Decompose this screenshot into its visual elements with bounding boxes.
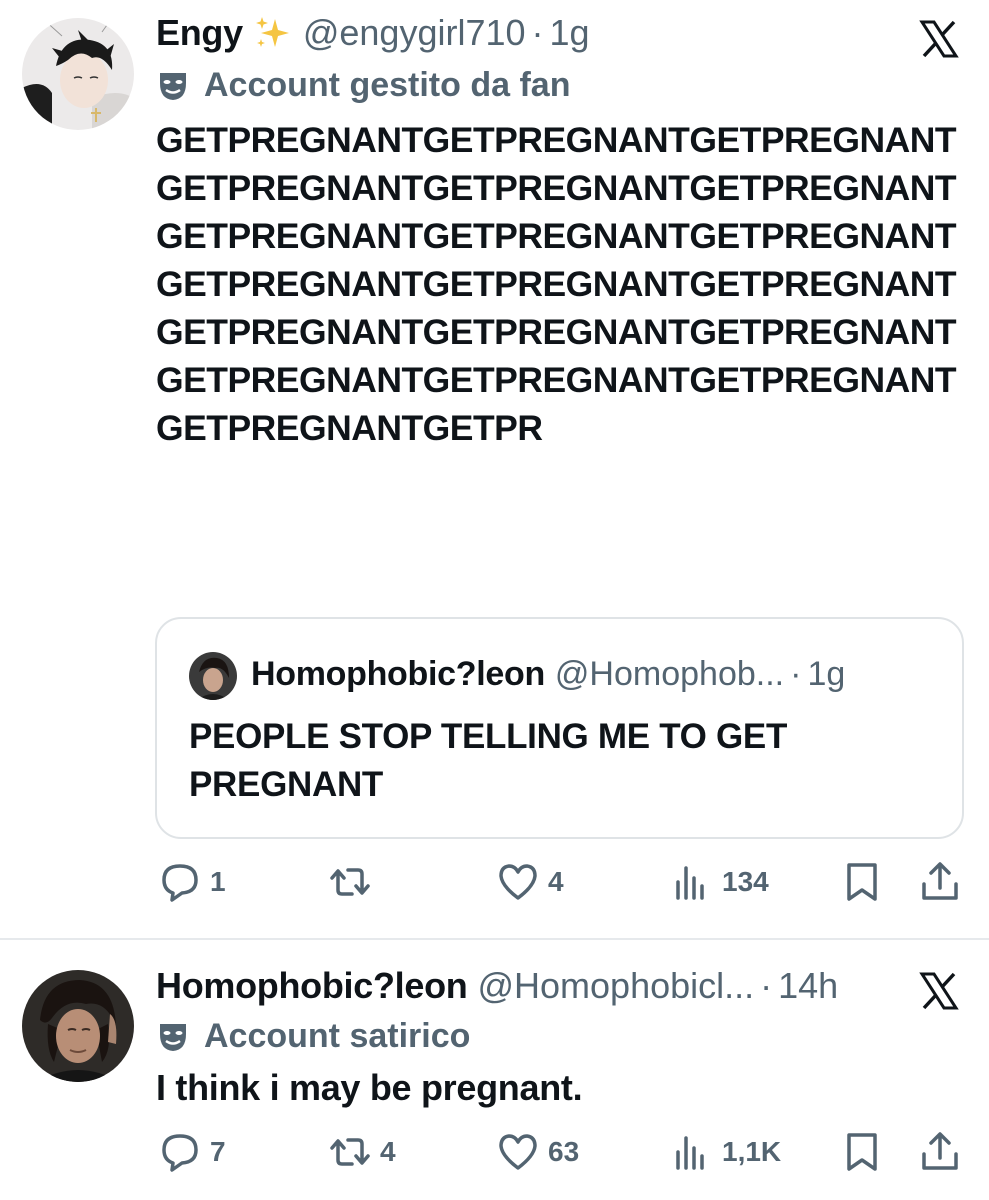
- bookmark-button[interactable]: [840, 1130, 884, 1174]
- tweet-engy[interactable]: Engy @engygirl710 · 1g Account gestito d…: [0, 0, 989, 938]
- like-icon: [499, 1134, 537, 1170]
- account-label: Account satirico: [156, 1017, 470, 1056]
- account-label-text: Account satirico: [204, 1017, 471, 1055]
- tweet-text: I think i may be pregnant.: [156, 1067, 583, 1108]
- like-button[interactable]: 63: [496, 1130, 579, 1174]
- repost-icon: [330, 868, 370, 896]
- account-label-text: Account gestito da fan: [204, 66, 571, 104]
- tweet-text: GETPREGNANTGETPREGNANTGETPREGNANTGETPREG…: [156, 120, 957, 448]
- reply-button[interactable]: 1: [158, 860, 226, 904]
- handle[interactable]: @engygirl710: [303, 12, 526, 54]
- quoted-header: Homophobic?leon @Homophob... · 1g: [251, 655, 845, 694]
- bookmark-icon: [847, 863, 877, 901]
- views-button[interactable]: 1,1K: [670, 1130, 781, 1174]
- quoted-display-name: Homophobic?leon: [251, 655, 545, 693]
- avatar[interactable]: [22, 970, 134, 1082]
- like-icon: [499, 864, 537, 900]
- views-count: 134: [722, 866, 769, 897]
- quoted-timestamp: 1g: [807, 655, 846, 693]
- handle[interactable]: @Homophobicl...: [477, 965, 754, 1007]
- like-count: 63: [548, 1136, 580, 1167]
- share-button[interactable]: [918, 1130, 962, 1174]
- like-count: 4: [548, 866, 564, 897]
- separator-dot: ·: [531, 12, 544, 53]
- x-logo-icon: [919, 20, 959, 58]
- repost-count: 4: [380, 1136, 396, 1167]
- repost-button[interactable]: 4: [328, 1130, 396, 1174]
- reply-count: 7: [210, 1136, 226, 1167]
- mask-icon: [160, 1023, 186, 1051]
- separator-dot: ·: [760, 965, 773, 1006]
- quoted-text: PEOPLE STOP TELLING ME TO GET PREGNANT: [189, 717, 788, 804]
- share-button[interactable]: [918, 860, 962, 904]
- display-name[interactable]: Engy: [156, 12, 243, 54]
- x-logo-icon: [919, 972, 959, 1010]
- mask-icon: [160, 72, 186, 100]
- action-bar: 7 4 63 1,1K: [0, 1130, 989, 1180]
- bookmark-button[interactable]: [840, 860, 884, 904]
- repost-icon: [330, 1138, 370, 1166]
- avatar[interactable]: [22, 18, 134, 130]
- like-button[interactable]: 4: [496, 860, 564, 904]
- tweet-header: Homophobic?leon @Homophobicl... · 14h: [156, 965, 838, 1007]
- share-icon: [922, 862, 958, 900]
- quoted-tweet[interactable]: Homophobic?leon @Homophob... · 1g PEOPLE…: [155, 617, 964, 839]
- timestamp[interactable]: 1g: [550, 12, 590, 54]
- views-icon: [676, 1136, 704, 1170]
- repost-button[interactable]: [328, 860, 380, 904]
- share-icon: [922, 1132, 958, 1170]
- quoted-handle: @Homophob...: [554, 655, 785, 693]
- reply-icon: [162, 864, 198, 902]
- account-label: Account gestito da fan: [156, 66, 570, 105]
- reply-count: 1: [210, 866, 226, 897]
- display-name[interactable]: Homophobic?leon: [156, 965, 468, 1007]
- timestamp[interactable]: 14h: [778, 965, 838, 1007]
- tweet-header: Engy @engygirl710 · 1g: [156, 12, 590, 54]
- views-count: 1,1K: [722, 1136, 782, 1167]
- reply-icon: [162, 1134, 198, 1172]
- quoted-avatar: [189, 652, 237, 700]
- views-icon: [676, 866, 704, 900]
- reply-button[interactable]: 7: [158, 1130, 226, 1174]
- action-bar: 1 4 134: [0, 860, 989, 910]
- bookmark-icon: [847, 1133, 877, 1171]
- separator-dot: ·: [790, 655, 802, 693]
- sparkles-icon: [255, 17, 289, 47]
- views-button[interactable]: 134: [670, 860, 769, 904]
